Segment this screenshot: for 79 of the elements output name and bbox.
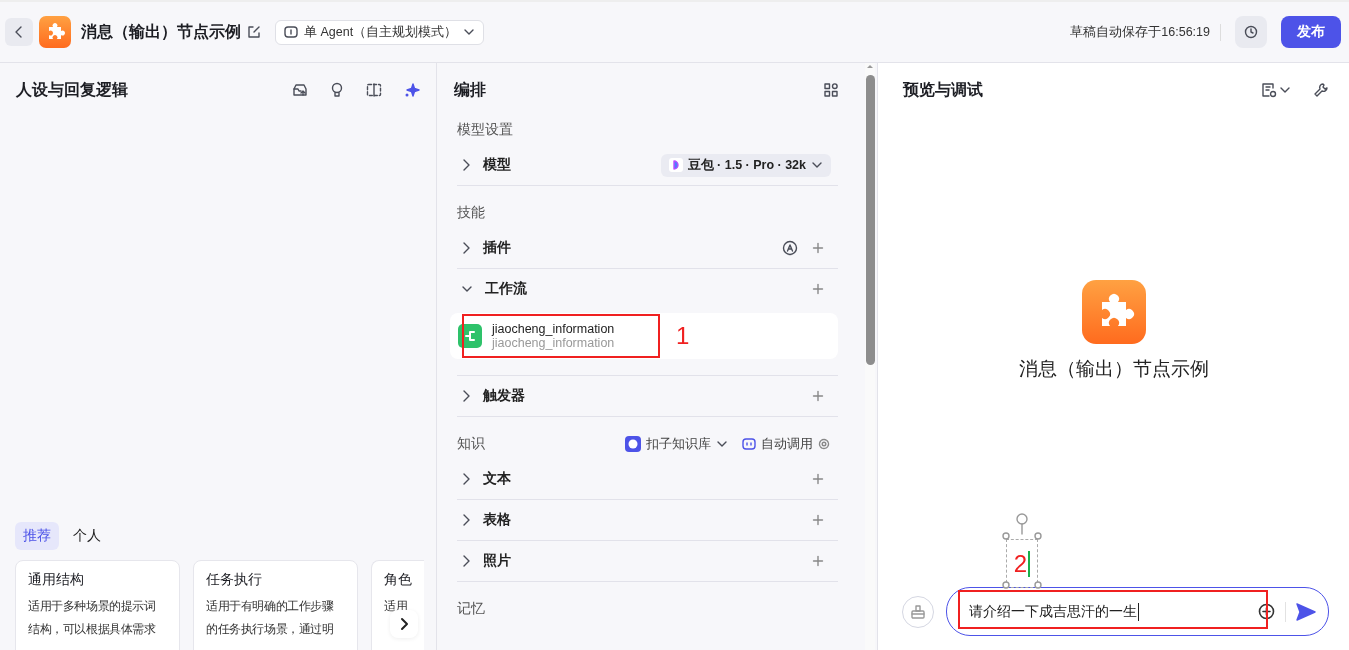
edit-icon[interactable] [247, 25, 261, 39]
agent-mode-icon [284, 26, 298, 38]
prompt-tab[interactable]: 个人 [65, 522, 109, 550]
chevron-right-icon[interactable] [461, 241, 471, 255]
workflow-item[interactable]: jiaocheng_information jiaocheng_information 1 [450, 313, 838, 359]
sparkle-icon[interactable] [404, 82, 420, 98]
chevron-down-icon[interactable] [716, 439, 728, 449]
model-selector[interactable]: 豆包 · 1.5 · Pro · 32k [660, 153, 831, 177]
plus-icon[interactable] [812, 390, 824, 402]
section-row-title[interactable]: 工作流 [485, 280, 800, 298]
chevron-right-icon [399, 617, 409, 631]
plus-icon[interactable] [812, 555, 824, 567]
chevron-right-icon[interactable] [461, 389, 471, 403]
plus-icon[interactable] [812, 473, 824, 485]
template-title: 角色 [384, 571, 413, 589]
panel-title: 人设与回复逻辑 [16, 79, 129, 100]
next-button[interactable] [390, 610, 418, 638]
panel-title: 预览与调试 [903, 79, 984, 100]
robot-icon [742, 438, 756, 450]
section-row-title[interactable]: 模型 [483, 156, 649, 174]
section-row-title[interactable]: 触发器 [483, 387, 800, 405]
panel-title: 编排 [454, 79, 486, 100]
section-row-title[interactable]: 插件 [483, 239, 770, 257]
export-icon[interactable] [292, 82, 308, 98]
template-description: 适用于多种场景的提示词结构，可以根据具体需求 [28, 598, 157, 638]
section-row-title[interactable]: 照片 [483, 552, 800, 570]
auto-call-setting[interactable]: 自动调用 [742, 435, 830, 453]
auto-icon[interactable] [782, 240, 798, 256]
prompt-tab[interactable]: 推荐 [15, 522, 59, 550]
section-heading: 知识 [457, 435, 486, 453]
add-circle-icon[interactable] [1258, 603, 1275, 620]
section-row-title[interactable]: 表格 [483, 511, 800, 529]
bot-avatar-icon [1081, 280, 1146, 344]
section-heading: 技能 [457, 204, 486, 222]
layout-grid-icon[interactable] [824, 83, 838, 97]
back-icon [14, 25, 24, 39]
chat-input[interactable]: 请介绍一下成吉思汗的一生 [946, 587, 1329, 636]
knowledge-source-dropdown[interactable]: 扣子知识库 [625, 435, 728, 453]
publish-button[interactable]: 发布 [1281, 16, 1341, 48]
chevron-down-icon[interactable] [1279, 85, 1291, 95]
section-heading: 模型设置 [457, 121, 514, 139]
template-card[interactable]: 通用结构 适用于多种场景的提示词结构，可以根据具体需求 [15, 560, 180, 650]
variables-dropdown[interactable] [1261, 82, 1291, 98]
chevron-down-icon[interactable] [461, 284, 473, 294]
template-title: 任务执行 [206, 571, 263, 589]
history-button[interactable] [1235, 16, 1267, 48]
workflow-icon [458, 324, 482, 348]
template-title: 通用结构 [28, 571, 85, 589]
chevron-right-icon[interactable] [461, 472, 471, 486]
bot-avatar-icon [39, 16, 71, 48]
model-logo-icon [668, 158, 683, 172]
annotation-number: 2 [1013, 551, 1028, 576]
split-view-icon[interactable] [366, 83, 382, 97]
chevron-down-icon[interactable] [463, 27, 476, 37]
bot-name: 消息（输出）节点示例 [1018, 357, 1209, 381]
selection-handles-icon [1002, 511, 1042, 589]
wrench-icon[interactable] [1313, 82, 1329, 98]
workflow-subtitle: jiaocheng_information [492, 336, 615, 350]
bot-face-icon [625, 436, 641, 452]
mode-dropdown[interactable]: 单 Agent（自主规划模式） [275, 19, 485, 45]
plus-icon[interactable] [812, 242, 824, 254]
chevron-right-icon[interactable] [461, 513, 471, 527]
lightbulb-icon[interactable] [330, 82, 344, 98]
document-settings-icon [1261, 82, 1277, 98]
chevron-right-icon[interactable] [461, 554, 471, 568]
section-heading: 记忆 [457, 600, 486, 618]
workflow-name: jiaocheng_information [492, 322, 615, 336]
template-card[interactable]: 任务执行 适用于有明确的工作步骤的任务执行场景，通过明 [193, 560, 358, 650]
plus-icon[interactable] [812, 514, 824, 526]
clock-icon [1244, 25, 1258, 39]
annotation-number: 1 [676, 324, 690, 348]
section-row-title[interactable]: 文本 [483, 470, 800, 488]
chevron-right-icon[interactable] [461, 158, 471, 172]
chevron-down-icon[interactable] [811, 160, 823, 170]
agent-title: 消息（输出）节点示例 [81, 21, 241, 42]
plus-icon[interactable] [812, 283, 824, 295]
autosave-status: 草稿自动保存于16:56:19 [1070, 23, 1221, 41]
template-description: 适用于有明确的工作步骤的任务执行场景，通过明 [206, 598, 335, 638]
send-icon[interactable] [1296, 602, 1316, 621]
